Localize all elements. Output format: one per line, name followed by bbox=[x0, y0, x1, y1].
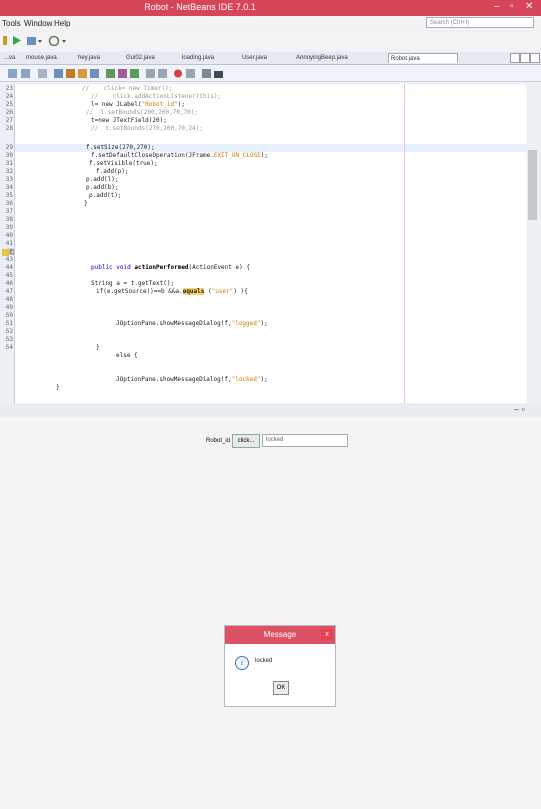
editor-tabs: ...va mouse.java hey.java Gui02.java loa… bbox=[0, 52, 541, 65]
menu-tools[interactable]: Tools bbox=[2, 19, 21, 28]
minimize-icon[interactable]: – ▫ bbox=[514, 404, 525, 414]
right-margin bbox=[404, 84, 405, 417]
editor-scrollbar[interactable] bbox=[528, 84, 541, 417]
line-number: 24 bbox=[5, 93, 13, 100]
editor-toolbar bbox=[0, 65, 541, 82]
code-line: // click= new Timer(); bbox=[82, 85, 173, 92]
code-line: p.add(l); bbox=[86, 176, 119, 183]
line-number: 50 bbox=[5, 312, 13, 319]
code-line: JOptionPane.showMessageDialog(f,"logged"… bbox=[116, 320, 268, 327]
line-number: 37 bbox=[5, 208, 13, 215]
robot-id-label: Robot_id bbox=[206, 438, 231, 444]
line-number: 36 bbox=[5, 200, 13, 207]
code-line: t=new JTextField(20); bbox=[91, 117, 167, 124]
line-number: 44 bbox=[5, 264, 13, 271]
code-line: } bbox=[56, 384, 60, 391]
line-number: 53 bbox=[5, 336, 13, 343]
line-number: 54 bbox=[5, 344, 13, 351]
code-line: f.setSize(270,270); bbox=[86, 144, 155, 151]
dialog-message: locked bbox=[255, 658, 273, 664]
line-number: 25 bbox=[5, 101, 13, 108]
line-number: 51 bbox=[5, 320, 13, 327]
line-number: 38 bbox=[5, 216, 13, 223]
method-marker-icon[interactable] bbox=[2, 248, 14, 257]
search-input[interactable]: Search (Ctrl+I) bbox=[426, 17, 534, 28]
profile-icon[interactable] bbox=[48, 35, 68, 46]
tab-mouse[interactable]: mouse.java bbox=[24, 53, 72, 63]
text-field[interactable]: locked bbox=[262, 434, 348, 447]
line-number: 28 bbox=[5, 125, 13, 132]
line-number: 33 bbox=[5, 176, 13, 183]
code-line: String a = t.getText(); bbox=[91, 280, 175, 287]
menu-bar: Tools Window Help Search (Ctrl+I) bbox=[0, 16, 541, 30]
debug-icon[interactable] bbox=[26, 35, 44, 46]
close-icon[interactable]: ✕ bbox=[525, 1, 533, 12]
line-number: 48 bbox=[5, 296, 13, 303]
code-line: f.add(p); bbox=[96, 168, 129, 175]
code-line: JOptionPane.showMessageDialog(f,"locked"… bbox=[116, 376, 268, 383]
tab-0[interactable]: ...va bbox=[2, 53, 22, 63]
code-editor[interactable] bbox=[15, 84, 526, 417]
line-number: 45 bbox=[5, 272, 13, 279]
code-line: if(e.getSource()==b &&a.equals ("user") … bbox=[96, 288, 248, 295]
menu-help[interactable]: Help bbox=[54, 19, 70, 28]
build-icon[interactable] bbox=[2, 35, 8, 46]
code-line: // click.addActionListener(this); bbox=[91, 93, 222, 100]
info-icon: i bbox=[235, 656, 249, 670]
line-number: 27 bbox=[5, 117, 13, 124]
line-number: 49 bbox=[5, 304, 13, 311]
maximize-icon[interactable]: ▫ bbox=[510, 1, 514, 12]
code-line: // l.setBounds(200,200,70,70); bbox=[86, 109, 198, 116]
line-number: 23 bbox=[5, 85, 13, 92]
running-app-area: Robot_id click... locked bbox=[0, 418, 541, 809]
minimize-icon[interactable]: – bbox=[494, 1, 500, 12]
code-line: public void actionPerformed(ActionEvent … bbox=[91, 264, 250, 271]
code-line: p.add(b); bbox=[86, 184, 119, 191]
line-number: 41 bbox=[5, 240, 13, 247]
dialog-title-bar: Message x bbox=[225, 626, 335, 644]
line-number: 47 bbox=[5, 288, 13, 295]
message-dialog: Message x i locked OK bbox=[224, 625, 336, 707]
line-number: 40 bbox=[5, 232, 13, 239]
dialog-close-button[interactable]: x bbox=[321, 629, 333, 640]
tab-user[interactable]: User.java bbox=[240, 53, 290, 63]
code-line: p.add(t); bbox=[89, 192, 122, 199]
tab-robot[interactable]: Robot.java bbox=[388, 53, 458, 63]
line-number: 34 bbox=[5, 184, 13, 191]
editor-tool-icons[interactable] bbox=[8, 68, 238, 79]
tab-gui02[interactable]: Gui02.java bbox=[124, 53, 176, 63]
run-icon[interactable] bbox=[12, 35, 22, 46]
line-number: 30 bbox=[5, 152, 13, 159]
line-number: 29 bbox=[5, 144, 13, 151]
click-button[interactable]: click... bbox=[232, 434, 260, 448]
ok-button[interactable]: OK bbox=[273, 681, 289, 695]
line-number: 39 bbox=[5, 224, 13, 231]
code-line: // t.setBounds(270,200,70,24); bbox=[91, 125, 203, 132]
dialog-title: Message bbox=[263, 630, 297, 639]
line-number: 26 bbox=[5, 109, 13, 116]
line-number: 35 bbox=[5, 192, 13, 199]
menu-window[interactable]: Window bbox=[24, 19, 52, 28]
main-toolbar bbox=[0, 32, 541, 50]
tab-hey[interactable]: hey.java bbox=[76, 53, 120, 63]
scrollbar-thumb[interactable] bbox=[528, 150, 537, 220]
code-line: f.setDefaultCloseOperation(JFrame.EXIT_O… bbox=[91, 152, 269, 159]
tab-annoyingbeep[interactable]: AnnoyingBeep.java bbox=[294, 53, 384, 63]
run-window-frame: – ▫ bbox=[0, 403, 541, 417]
code-line: } bbox=[96, 344, 100, 351]
code-line: } bbox=[84, 200, 88, 207]
code-line: l= new JLabel("Robot_id"); bbox=[91, 101, 185, 108]
line-number: 52 bbox=[5, 328, 13, 335]
tab-nav-icon[interactable] bbox=[510, 53, 540, 63]
line-number: 46 bbox=[5, 280, 13, 287]
line-number: 43 bbox=[5, 256, 13, 263]
title-bar: Robot - NetBeans IDE 7.0.1 – ▫ ✕ bbox=[0, 0, 541, 16]
ide-window: Robot - NetBeans IDE 7.0.1 – ▫ ✕ Tools W… bbox=[0, 0, 541, 417]
code-line: else { bbox=[116, 352, 138, 359]
line-number: 31 bbox=[5, 160, 13, 167]
tab-loading[interactable]: loading.java bbox=[180, 53, 236, 63]
code-line: f.setVisible(true); bbox=[89, 160, 158, 167]
line-number: 32 bbox=[5, 168, 13, 175]
window-title: Robot - NetBeans IDE 7.0.1 bbox=[144, 2, 256, 12]
